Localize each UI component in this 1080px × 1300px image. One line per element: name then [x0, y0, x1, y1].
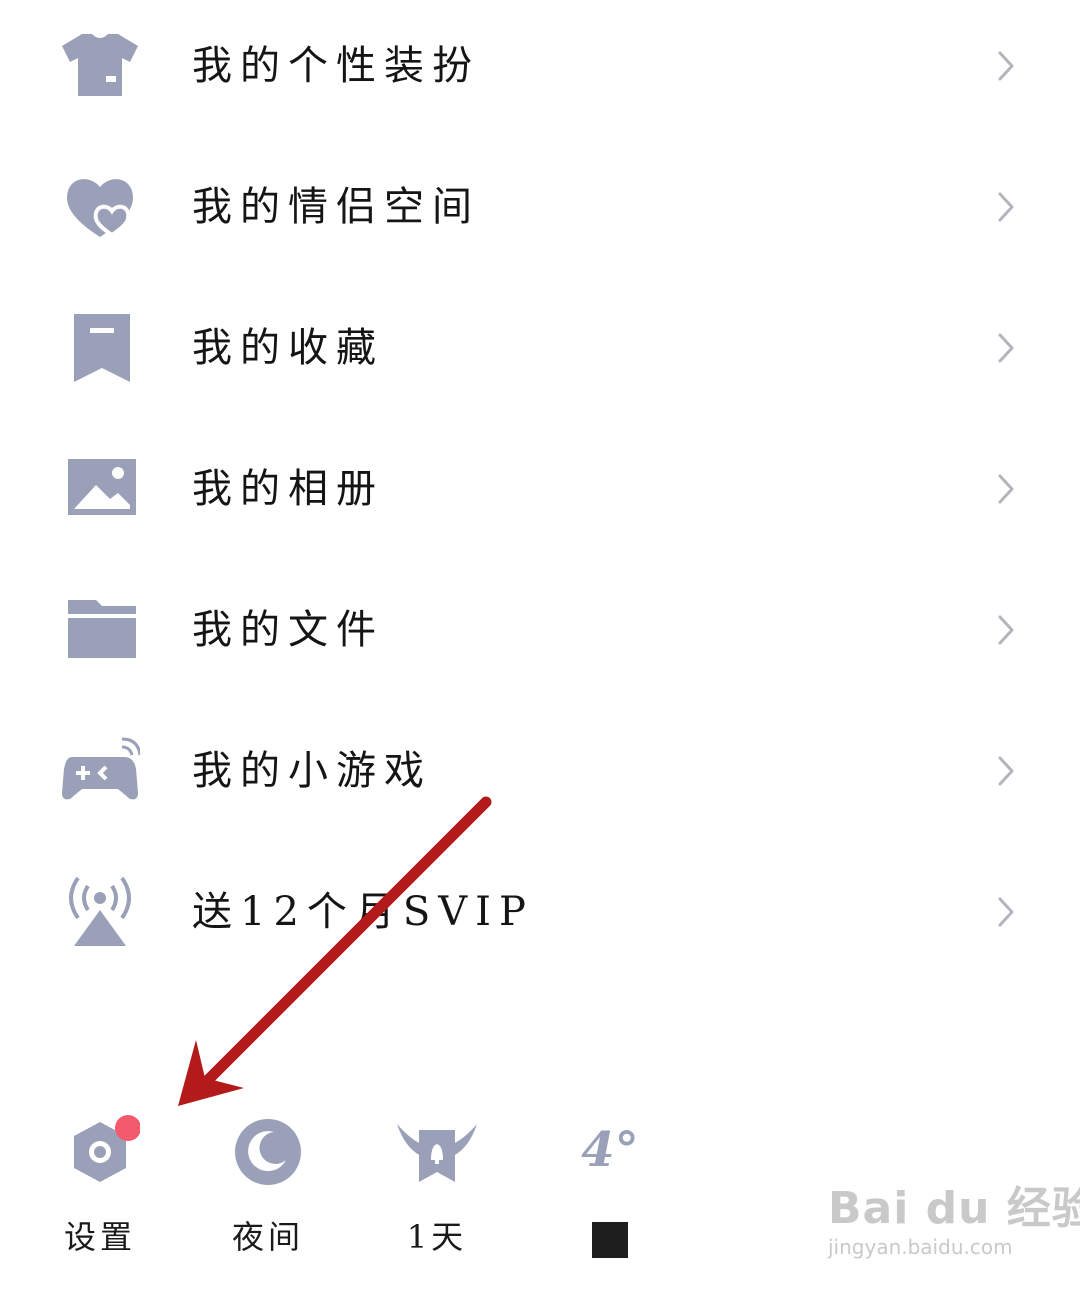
checkin-label: 1天	[406, 1218, 468, 1256]
menu-item-label: 我的相册	[192, 466, 384, 512]
chevron-right-icon	[994, 753, 1018, 789]
night-mode-button[interactable]: 夜间	[213, 1108, 323, 1258]
tshirt-icon	[60, 30, 140, 102]
menu-item-label: 我的情侣空间	[192, 184, 480, 230]
winged-bell-icon	[397, 1108, 477, 1198]
menu-item-mini-games[interactable]: 我的小游戏	[0, 711, 1080, 831]
gear-icon	[60, 1108, 140, 1198]
heart-icon	[60, 171, 140, 243]
menu-item-files[interactable]: 我的文件	[0, 570, 1080, 690]
image-icon	[60, 453, 140, 525]
night-mode-label: 夜间	[231, 1218, 304, 1256]
menu-item-label: 我的小游戏	[192, 748, 432, 794]
chevron-right-icon	[994, 48, 1018, 84]
menu-item-decoration[interactable]: 我的个性装扮	[0, 6, 1080, 126]
chevron-right-icon	[994, 612, 1018, 648]
weather-widget[interactable]: 4°	[555, 1108, 665, 1258]
checkin-button[interactable]: 1天	[382, 1108, 492, 1258]
menu-item-label: 我的个性装扮	[192, 43, 480, 89]
watermark-main: Bai du 经验	[828, 1183, 1080, 1234]
chevron-right-icon	[994, 471, 1018, 507]
menu-item-svip[interactable]: 送12个月SVIP	[0, 852, 1080, 972]
weather-placeholder-block	[592, 1222, 628, 1258]
notification-badge	[115, 1115, 140, 1141]
moon-icon	[228, 1108, 308, 1198]
broadcast-icon	[60, 876, 140, 948]
bookmark-icon	[60, 312, 140, 384]
baidu-jingyan-watermark: Bai du 经验 jingyan.baidu.com	[828, 1183, 1080, 1284]
chevron-right-icon	[994, 330, 1018, 366]
watermark-url: jingyan.baidu.com	[828, 1235, 1013, 1259]
chevron-right-icon	[994, 189, 1018, 225]
menu-item-label: 送12个月SVIP	[192, 889, 534, 935]
settings-label: 设置	[63, 1218, 136, 1256]
temperature-value: 4°	[581, 1122, 639, 1178]
folder-icon	[60, 594, 140, 666]
menu-item-album[interactable]: 我的相册	[0, 429, 1080, 549]
settings-button[interactable]: 设置	[45, 1108, 155, 1258]
menu-item-label: 我的文件	[192, 607, 384, 653]
menu-item-label: 我的收藏	[192, 325, 384, 371]
menu-item-couple-space[interactable]: 我的情侣空间	[0, 147, 1080, 267]
chevron-right-icon	[994, 894, 1018, 930]
menu-item-favorites[interactable]: 我的收藏	[0, 288, 1080, 408]
gamepad-icon	[60, 735, 140, 807]
